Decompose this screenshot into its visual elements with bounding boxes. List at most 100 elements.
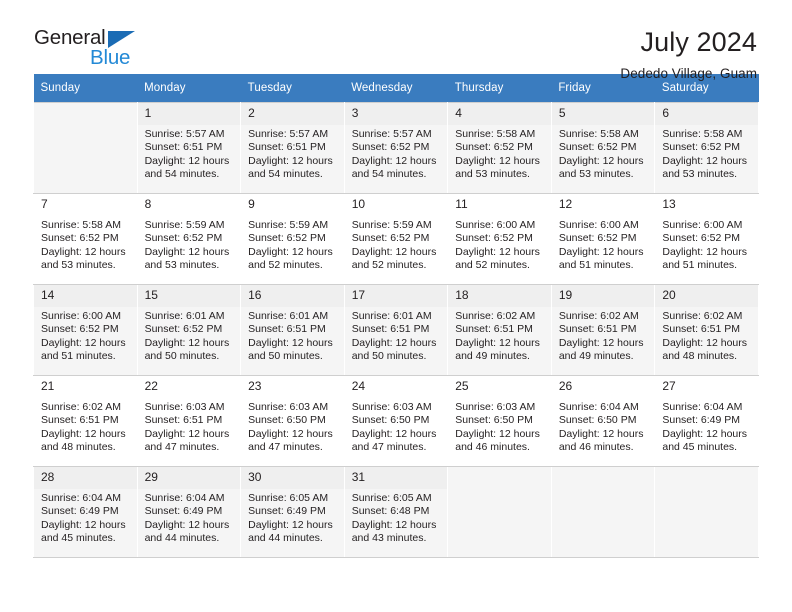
day-sun-info: Sunrise: 6:02 AM Sunset: 6:51 PM Dayligh…: [558, 310, 644, 362]
day-cell[interactable]: 12 Sunrise: 6:00 AM Sunset: 6:52 PM Dayl…: [550, 193, 656, 285]
page-subtitle: Dededo Village, Guam: [620, 66, 757, 82]
day-number: 13: [662, 197, 676, 211]
day-number: 27: [662, 379, 676, 393]
day-cell[interactable]: 14 Sunrise: 6:00 AM Sunset: 6:52 PM Dayl…: [33, 284, 138, 376]
day-cell[interactable]: 7 Sunrise: 5:58 AM Sunset: 6:52 PM Dayli…: [33, 193, 138, 285]
day-sun-info: Sunrise: 5:59 AM Sunset: 6:52 PM Dayligh…: [248, 219, 333, 271]
calendar-week-row: 7 Sunrise: 5:58 AM Sunset: 6:52 PM Dayli…: [33, 193, 759, 285]
day-cell[interactable]: 19 Sunrise: 6:02 AM Sunset: 6:51 PM Dayl…: [550, 284, 656, 376]
day-number: 3: [344, 103, 448, 125]
day-sun-info: Sunrise: 6:04 AM Sunset: 6:49 PM Dayligh…: [41, 492, 126, 544]
day-sun-info: Sunrise: 5:58 AM Sunset: 6:52 PM Dayligh…: [41, 219, 126, 271]
title-block: July 2024 Dededo Village, Guam: [620, 27, 759, 82]
day-sun-info: Sunrise: 5:57 AM Sunset: 6:51 PM Dayligh…: [248, 128, 333, 180]
day-cell[interactable]: 3 Sunrise: 5:57 AM Sunset: 6:52 PM Dayli…: [343, 102, 449, 194]
logo-text-blue: Blue: [90, 46, 131, 69]
day-number: 11: [455, 197, 468, 211]
day-sun-info: Sunrise: 6:00 AM Sunset: 6:52 PM Dayligh…: [558, 219, 644, 271]
day-sun-info: Sunrise: 5:58 AM Sunset: 6:52 PM Dayligh…: [662, 128, 748, 180]
day-number: 25: [455, 379, 469, 393]
day-sun-info: Sunrise: 6:00 AM Sunset: 6:52 PM Dayligh…: [662, 219, 748, 271]
weekday-header-monday: Monday: [137, 74, 241, 103]
day-cell[interactable]: 5 Sunrise: 5:58 AM Sunset: 6:52 PM Dayli…: [550, 102, 656, 194]
day-number: 21: [41, 379, 55, 393]
day-cell[interactable]: 28 Sunrise: 6:04 AM Sunset: 6:49 PM Dayl…: [33, 466, 138, 558]
day-sun-info: Sunrise: 5:57 AM Sunset: 6:52 PM Dayligh…: [351, 128, 437, 180]
day-number: 18: [448, 285, 551, 307]
day-cell[interactable]: 13 Sunrise: 6:00 AM Sunset: 6:52 PM Dayl…: [654, 193, 759, 285]
day-number: 29: [137, 467, 241, 489]
day-cell[interactable]: 9 Sunrise: 5:59 AM Sunset: 6:52 PM Dayli…: [240, 193, 345, 285]
day-cell[interactable]: 8 Sunrise: 5:59 AM Sunset: 6:52 PM Dayli…: [136, 193, 242, 285]
day-number: 30: [241, 467, 344, 489]
day-number: 7: [41, 197, 48, 211]
day-cell[interactable]: 18 Sunrise: 6:02 AM Sunset: 6:51 PM Dayl…: [447, 284, 552, 376]
day-cell[interactable]: 22 Sunrise: 6:03 AM Sunset: 6:51 PM Dayl…: [136, 375, 242, 467]
day-number: 24: [351, 379, 366, 393]
day-number: 17: [344, 285, 448, 307]
day-cell[interactable]: 1 Sunrise: 5:57 AM Sunset: 6:51 PM Dayli…: [136, 102, 242, 194]
day-number: 19: [551, 285, 655, 307]
day-cell: [550, 466, 656, 558]
day-cell[interactable]: 30 Sunrise: 6:05 AM Sunset: 6:49 PM Dayl…: [240, 466, 345, 558]
day-number: 6: [655, 103, 758, 125]
day-sun-info: Sunrise: 6:05 AM Sunset: 6:48 PM Dayligh…: [351, 492, 437, 544]
day-cell[interactable]: 16 Sunrise: 6:01 AM Sunset: 6:51 PM Dayl…: [240, 284, 345, 376]
calendar-body: 1 Sunrise: 5:57 AM Sunset: 6:51 PM Dayli…: [33, 102, 759, 558]
general-blue-logo[interactable]: General Blue: [33, 27, 153, 74]
day-cell[interactable]: 15 Sunrise: 6:01 AM Sunset: 6:52 PM Dayl…: [136, 284, 242, 376]
day-sun-info: Sunrise: 5:57 AM Sunset: 6:51 PM Dayligh…: [144, 128, 230, 180]
day-number: 15: [137, 285, 241, 307]
day-number: 8: [144, 197, 152, 211]
day-cell[interactable]: 17 Sunrise: 6:01 AM Sunset: 6:51 PM Dayl…: [343, 284, 449, 376]
day-number: 23: [248, 379, 262, 393]
day-cell[interactable]: 21 Sunrise: 6:02 AM Sunset: 6:51 PM Dayl…: [33, 375, 138, 467]
day-sun-info: Sunrise: 5:58 AM Sunset: 6:52 PM Dayligh…: [558, 128, 644, 180]
day-sun-info: Sunrise: 6:01 AM Sunset: 6:51 PM Dayligh…: [351, 310, 437, 362]
day-sun-info: Sunrise: 6:01 AM Sunset: 6:52 PM Dayligh…: [144, 310, 230, 362]
weekday-header-wednesday: Wednesday: [344, 74, 448, 103]
day-number: 22: [144, 379, 158, 393]
day-number: 31: [344, 467, 448, 489]
day-number: 26: [558, 379, 573, 393]
day-cell[interactable]: 11 Sunrise: 6:00 AM Sunset: 6:52 PM Dayl…: [447, 193, 552, 285]
page-header: General Blue July 2024 Dededo Village, G…: [33, 0, 759, 81]
day-cell[interactable]: 26 Sunrise: 6:04 AM Sunset: 6:50 PM Dayl…: [550, 375, 656, 467]
day-cell[interactable]: 29 Sunrise: 6:04 AM Sunset: 6:49 PM Dayl…: [136, 466, 242, 558]
day-cell[interactable]: 25 Sunrise: 6:03 AM Sunset: 6:50 PM Dayl…: [447, 375, 552, 467]
day-sun-info: Sunrise: 6:03 AM Sunset: 6:50 PM Dayligh…: [351, 401, 437, 453]
day-cell[interactable]: 6 Sunrise: 5:58 AM Sunset: 6:52 PM Dayli…: [654, 102, 759, 194]
day-cell[interactable]: 23 Sunrise: 6:03 AM Sunset: 6:50 PM Dayl…: [240, 375, 345, 467]
day-sun-info: Sunrise: 5:59 AM Sunset: 6:52 PM Dayligh…: [144, 219, 230, 271]
calendar-week-row: 1 Sunrise: 5:57 AM Sunset: 6:51 PM Dayli…: [33, 102, 759, 194]
day-sun-info: Sunrise: 6:00 AM Sunset: 6:52 PM Dayligh…: [41, 310, 126, 362]
day-sun-info: Sunrise: 6:02 AM Sunset: 6:51 PM Dayligh…: [455, 310, 540, 362]
day-cell[interactable]: 20 Sunrise: 6:02 AM Sunset: 6:51 PM Dayl…: [654, 284, 759, 376]
day-sun-info: Sunrise: 5:59 AM Sunset: 6:52 PM Dayligh…: [351, 219, 437, 271]
day-cell[interactable]: 2 Sunrise: 5:57 AM Sunset: 6:51 PM Dayli…: [240, 102, 345, 194]
day-cell[interactable]: 10 Sunrise: 5:59 AM Sunset: 6:52 PM Dayl…: [343, 193, 449, 285]
day-number: 28: [34, 467, 137, 489]
day-sun-info: Sunrise: 6:04 AM Sunset: 6:50 PM Dayligh…: [558, 401, 644, 453]
day-cell: [33, 102, 138, 194]
day-number: 4: [448, 103, 551, 125]
calendar-week-row: 21 Sunrise: 6:02 AM Sunset: 6:51 PM Dayl…: [33, 375, 759, 467]
day-cell[interactable]: 4 Sunrise: 5:58 AM Sunset: 6:52 PM Dayli…: [447, 102, 552, 194]
day-sun-info: Sunrise: 6:05 AM Sunset: 6:49 PM Dayligh…: [248, 492, 333, 544]
day-number: 16: [241, 285, 344, 307]
day-sun-info: Sunrise: 6:04 AM Sunset: 6:49 PM Dayligh…: [144, 492, 230, 544]
day-number: 9: [248, 197, 255, 211]
day-sun-info: Sunrise: 6:03 AM Sunset: 6:51 PM Dayligh…: [144, 401, 230, 453]
day-sun-info: Sunrise: 6:02 AM Sunset: 6:51 PM Dayligh…: [41, 401, 126, 453]
day-cell[interactable]: 24 Sunrise: 6:03 AM Sunset: 6:50 PM Dayl…: [343, 375, 449, 467]
day-sun-info: Sunrise: 6:00 AM Sunset: 6:52 PM Dayligh…: [455, 219, 540, 271]
page-title: July 2024: [640, 27, 757, 57]
day-cell[interactable]: 31 Sunrise: 6:05 AM Sunset: 6:48 PM Dayl…: [343, 466, 449, 558]
day-number: 1: [137, 103, 241, 125]
day-number: 5: [551, 103, 655, 125]
day-cell: [447, 466, 552, 558]
day-number: 20: [655, 285, 758, 307]
day-sun-info: Sunrise: 6:03 AM Sunset: 6:50 PM Dayligh…: [455, 401, 540, 453]
calendar-page: General Blue July 2024 Dededo Village, G…: [0, 0, 792, 612]
day-cell[interactable]: 27 Sunrise: 6:04 AM Sunset: 6:49 PM Dayl…: [654, 375, 759, 467]
